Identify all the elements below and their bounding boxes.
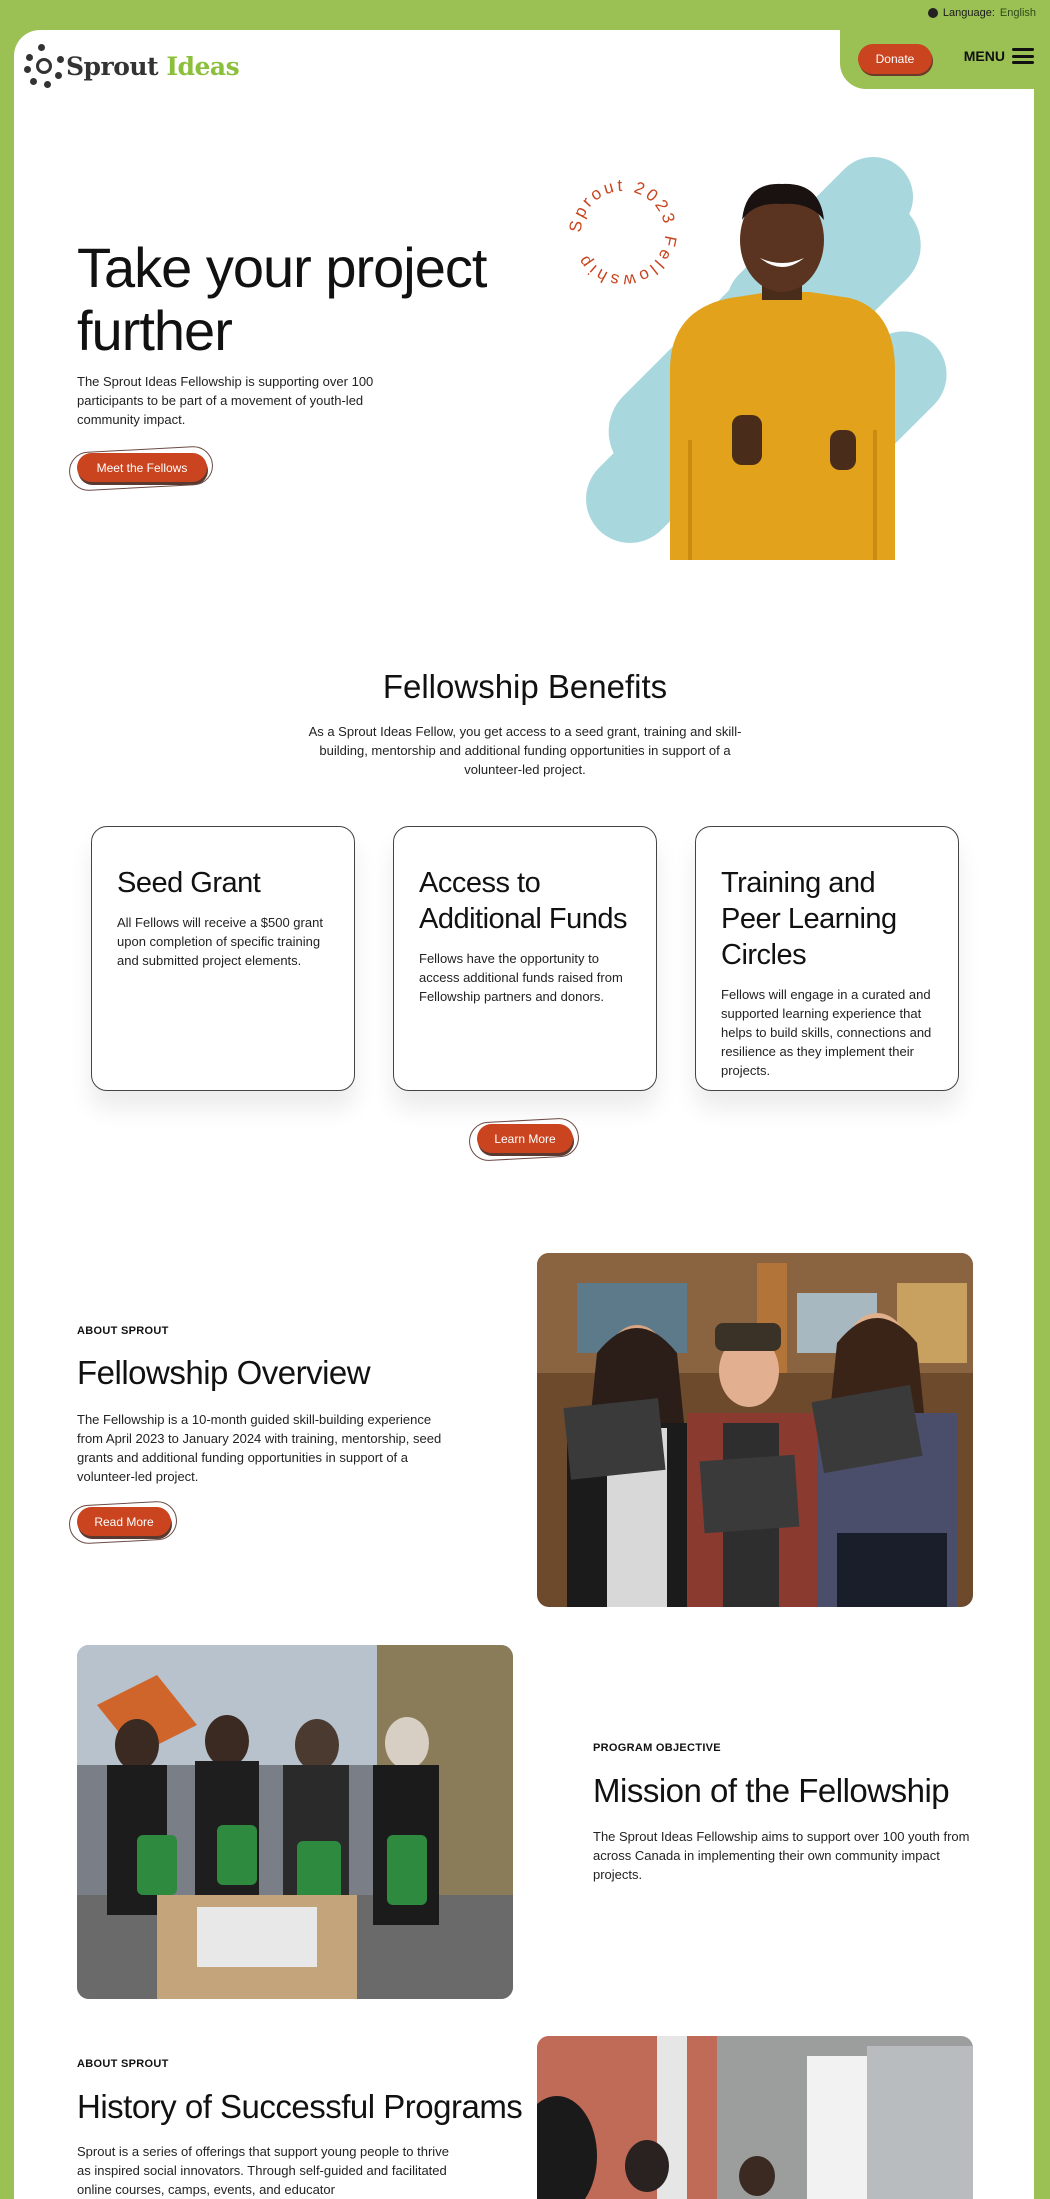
benefit-card: Training and Peer Learning Circles Fello… — [695, 826, 959, 1091]
benefit-card-text: All Fellows will receive a $500 grant up… — [117, 915, 323, 968]
fellows-photo-3 — [537, 2036, 973, 2199]
meet-the-fellows-button[interactable]: Meet the Fellows — [77, 453, 207, 482]
overview-text: The Fellowship is a 10-month guided skil… — [77, 1412, 442, 1484]
logo-word-sprout: Sprout — [66, 51, 159, 81]
fellows-photo-1 — [537, 1253, 973, 1607]
benefit-card-text: Fellows will engage in a curated and sup… — [721, 987, 932, 1078]
mission-eyebrow: PROGRAM OBJECTIVE — [593, 1742, 721, 1754]
logo-word-ideas: Ideas — [166, 51, 240, 81]
hamburger-icon — [1012, 48, 1034, 64]
sprout-logo-icon — [24, 44, 64, 88]
read-more-button[interactable]: Read More — [77, 1507, 171, 1536]
learn-more-button[interactable]: Learn More — [477, 1124, 573, 1153]
hero-text: The Sprout Ideas Fellowship is supportin… — [77, 374, 374, 427]
benefits-title-text: Fellowship Benefits — [382, 668, 668, 705]
hero-title: Take your project further — [77, 236, 487, 362]
site-logo[interactable]: Sprout Ideas — [24, 44, 240, 88]
benefit-card-title: Training and Peer Learning Circles — [721, 867, 897, 971]
menu-button[interactable]: MENU — [964, 48, 1034, 64]
mission-text: The Sprout Ideas Fellowship aims to supp… — [593, 1829, 970, 1882]
benefit-card: Access to Additional Funds Fellows have … — [393, 826, 657, 1091]
language-label: Language: — [942, 7, 995, 19]
history-eyebrow: ABOUT SPROUT — [77, 2058, 169, 2070]
mission-title: Mission of the Fellowship — [593, 1772, 950, 1809]
fellows-photo-2 — [77, 1645, 513, 1999]
benefit-card-text: Fellows have the opportunity to access a… — [419, 951, 623, 1004]
history-title: History of Successful Programs — [77, 2088, 523, 2125]
benefits-subtitle: As a Sprout Ideas Fellow, you get access… — [308, 724, 742, 777]
menu-label: MENU — [963, 48, 1005, 64]
language-value[interactable]: English — [1000, 7, 1036, 19]
benefit-card-title: Seed Grant — [117, 867, 261, 899]
fellow-portrait — [670, 183, 895, 560]
benefit-card: Seed Grant All Fellows will receive a $5… — [91, 826, 355, 1091]
globe-icon — [927, 8, 938, 18]
benefits-title: Fellowship Benefits — [0, 668, 1050, 706]
overview-title: Fellowship Overview — [77, 1354, 371, 1391]
donate-button[interactable]: Donate — [858, 44, 932, 74]
history-text: Sprout is a series of offerings that sup… — [77, 2144, 449, 2197]
overview-eyebrow: ABOUT SPROUT — [77, 1325, 169, 1337]
language-selector[interactable]: Language: English — [927, 7, 1036, 19]
benefit-card-title: Access to Additional Funds — [419, 867, 628, 935]
